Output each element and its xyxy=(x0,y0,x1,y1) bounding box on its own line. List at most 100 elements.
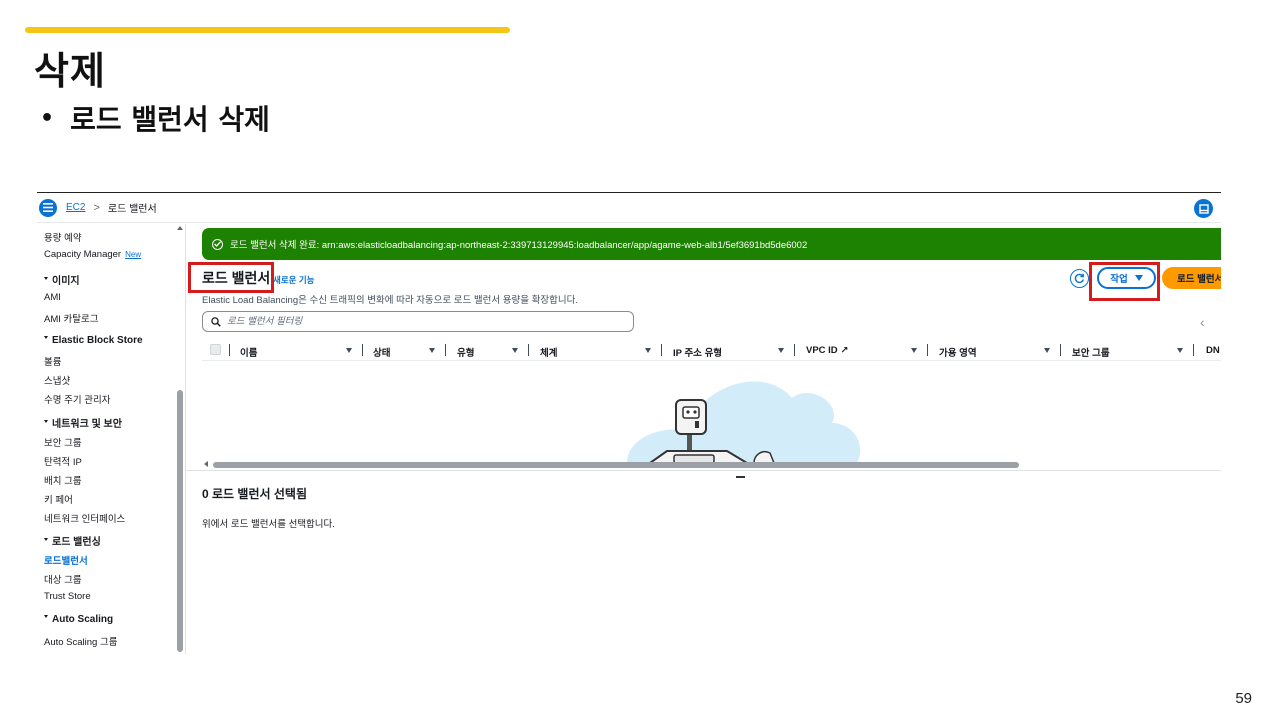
sidebar-item-ami[interactable]: AMI xyxy=(44,292,61,303)
sidebar-item-security-groups[interactable]: 보안 그룹 xyxy=(44,435,82,449)
column-header-type[interactable]: 유형 xyxy=(457,345,474,359)
create-load-balancer-button[interactable]: 로드 밸런서 생성 xyxy=(1162,267,1221,289)
column-separator xyxy=(794,344,795,356)
check-circle-icon xyxy=(212,238,223,250)
column-separator xyxy=(927,344,928,356)
column-header-scheme[interactable]: 체계 xyxy=(540,345,557,359)
sidebar-scrollbar[interactable] xyxy=(177,390,183,652)
search-input[interactable] xyxy=(227,316,607,327)
sidebar-item-elastic-ip[interactable]: 탄력적 IP xyxy=(44,454,82,468)
sidebar-item-ami-catalog[interactable]: AMI 카탈로그 xyxy=(44,311,99,325)
sidebar-item-placement-groups[interactable]: 배치 그룹 xyxy=(44,473,82,487)
sidebar-nav: 용량 예약 Capacity Manager New 이미지 AMI AMI 카탈… xyxy=(37,224,185,654)
caret-down-icon xyxy=(44,419,48,423)
column-header-vpc-id[interactable]: VPC ID ↗ xyxy=(806,345,848,356)
breadcrumb-separator: > xyxy=(93,201,100,214)
sidebar-section-auto-scaling[interactable]: Auto Scaling xyxy=(44,614,113,625)
caret-down-icon xyxy=(44,537,48,541)
sort-caret-icon[interactable] xyxy=(512,348,518,353)
title-accent-bar xyxy=(25,27,510,33)
column-header-availability-zone[interactable]: 가용 영역 xyxy=(939,345,977,359)
sidebar-section-images[interactable]: 이미지 xyxy=(44,272,80,287)
sidebar-item-lifecycle-manager[interactable]: 수명 주기 관리자 xyxy=(44,392,110,406)
sort-caret-icon[interactable] xyxy=(911,348,917,353)
page-number: 59 xyxy=(1235,690,1252,707)
slide-bullet-text: 로드 밸런서 삭제 xyxy=(70,103,270,136)
sort-caret-icon[interactable] xyxy=(778,348,784,353)
table-header: 이름 상태 유형 체계 IP 주소 유형 VPC ID ↗ 가용 영역 보안 그… xyxy=(202,339,1221,361)
slide-title: 삭제 xyxy=(34,49,106,93)
column-header-security-group[interactable]: 보안 그룹 xyxy=(1072,345,1110,359)
sidebar-item-trust-store[interactable]: Trust Store xyxy=(44,591,91,602)
flash-message: 로드 밸런서 삭제 완료: arn:aws:elasticloadbalanci… xyxy=(230,240,808,251)
sidebar-item-snapshots[interactable]: 스냅샷 xyxy=(44,373,70,387)
select-all-checkbox[interactable] xyxy=(210,344,221,355)
sidebar-section-ebs[interactable]: Elastic Block Store xyxy=(44,335,143,346)
sidebar-section-load-balancing[interactable]: 로드 밸런싱 xyxy=(44,533,101,548)
sidebar-divider xyxy=(185,224,186,654)
sidebar-item-auto-scaling-groups[interactable]: Auto Scaling 그룹 xyxy=(44,634,117,648)
column-header-dns[interactable]: DN xyxy=(1206,345,1220,356)
split-panel-divider xyxy=(186,470,1221,471)
sort-caret-icon[interactable] xyxy=(645,348,651,353)
top-breadcrumb-bar: EC2 > 로드 밸런서 xyxy=(37,193,1221,223)
refresh-icon xyxy=(1074,273,1084,284)
sidebar-section-label: 이미지 xyxy=(52,276,80,287)
external-link-icon: ↗ xyxy=(840,345,849,356)
new-badge: New xyxy=(125,250,142,259)
sidebar-scroll-up-icon[interactable] xyxy=(177,226,183,230)
sidebar-item-label: Capacity Manager xyxy=(44,249,122,260)
panel-icon[interactable] xyxy=(1194,199,1213,218)
column-separator xyxy=(362,344,363,356)
selection-title: 0 로드 밸런서 선택됨 xyxy=(202,487,307,501)
sidebar-item-load-balancers[interactable]: 로드밸런서 xyxy=(44,553,88,567)
column-header-ip-type[interactable]: IP 주소 유형 xyxy=(673,345,722,359)
actions-highlight-box xyxy=(1089,262,1160,301)
column-header-state[interactable]: 상태 xyxy=(373,345,390,359)
sidebar-item-network-interfaces[interactable]: 네트워크 인터페이스 xyxy=(44,511,125,525)
sidebar-section-label: 네트워크 및 보안 xyxy=(52,419,122,430)
split-panel-handle-icon[interactable] xyxy=(736,476,745,478)
success-flash-banner: 로드 밸런서 삭제 완료: arn:aws:elasticloadbalanci… xyxy=(202,228,1221,260)
breadcrumb-current: 로드 밸런서 xyxy=(107,204,157,215)
new-feature-link[interactable]: 새로운 기능 xyxy=(273,274,314,286)
search-icon xyxy=(211,316,221,327)
sidebar-section-network-security[interactable]: 네트워크 및 보안 xyxy=(44,415,122,430)
slide-bullet: • 로드 밸런서 삭제 xyxy=(40,98,270,138)
table-horizontal-scrollbar[interactable] xyxy=(213,462,1019,468)
page-description: Elastic Load Balancing은 수신 트래픽의 변화에 따라 자… xyxy=(202,295,578,306)
column-separator xyxy=(661,344,662,356)
sort-caret-icon[interactable] xyxy=(346,348,352,353)
bullet-dot-icon: • xyxy=(40,105,55,131)
column-separator xyxy=(1193,344,1194,356)
column-separator xyxy=(1060,344,1061,356)
caret-down-icon xyxy=(44,335,48,339)
column-separator xyxy=(229,344,230,356)
sidebar-item-volumes[interactable]: 볼륨 xyxy=(44,354,61,368)
aws-console-screenshot: EC2 > 로드 밸런서 용량 예약 Capacity Manager New 이… xyxy=(37,192,1221,654)
sort-caret-icon[interactable] xyxy=(429,348,435,353)
sidebar-item-target-groups[interactable]: 대상 그룹 xyxy=(44,572,82,586)
sidebar-item-key-pairs[interactable]: 키 페어 xyxy=(44,492,73,506)
selection-description: 위에서 로드 밸런서를 선택합니다. xyxy=(202,519,335,530)
sort-caret-icon[interactable] xyxy=(1044,348,1050,353)
sidebar-item-capacity-manager[interactable]: Capacity Manager New xyxy=(44,249,141,260)
caret-down-icon xyxy=(44,614,48,618)
sort-caret-icon[interactable] xyxy=(1177,348,1183,353)
robot-cloud-illustration xyxy=(627,381,861,463)
column-header-name[interactable]: 이름 xyxy=(240,345,257,359)
breadcrumb-ec2[interactable]: EC2 xyxy=(66,202,85,213)
search-field[interactable] xyxy=(202,311,634,332)
pagination-prev-icon[interactable]: ‹ xyxy=(1200,314,1205,330)
column-header-label: VPC ID xyxy=(806,345,838,356)
scroll-left-icon[interactable] xyxy=(204,461,208,467)
caret-down-icon xyxy=(44,276,48,280)
title-highlight-box xyxy=(188,262,274,293)
sidebar-section-label: 로드 밸런싱 xyxy=(52,537,101,548)
column-separator xyxy=(528,344,529,356)
refresh-button[interactable] xyxy=(1070,269,1089,288)
sidebar-section-label: Elastic Block Store xyxy=(52,335,143,346)
sidebar-item-capacity-reservation[interactable]: 용량 예약 xyxy=(44,230,82,244)
empty-state-illustration xyxy=(202,363,1221,463)
hamburger-icon[interactable] xyxy=(39,198,57,217)
